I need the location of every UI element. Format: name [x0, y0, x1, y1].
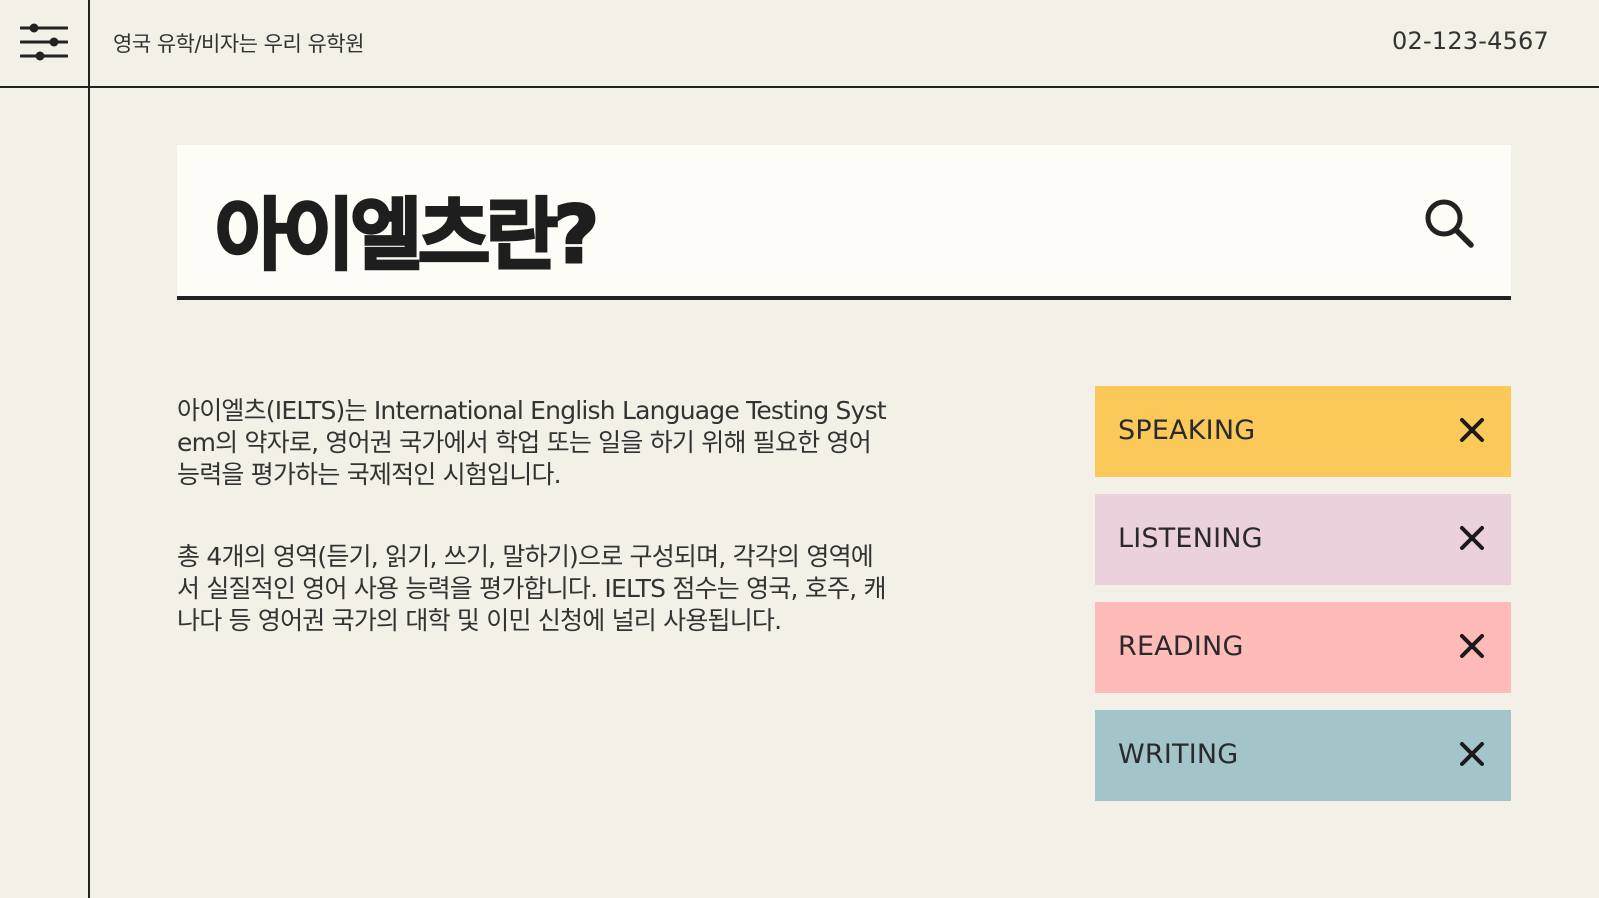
- description-paragraph: 총 4개의 영역(듣기, 읽기, 쓰기, 말하기)으로 구성되며, 각각의 영역…: [177, 542, 887, 635]
- sliders-menu-icon: [20, 23, 68, 61]
- phone-number[interactable]: 02-123-4567: [1392, 27, 1549, 55]
- skill-item-writing[interactable]: WRITING: [1095, 710, 1511, 801]
- skill-list: SPEAKING LISTENING READING WRITING: [1095, 386, 1511, 818]
- close-icon[interactable]: [1459, 525, 1485, 551]
- heading-search-box: 아이엘츠란?: [177, 145, 1511, 300]
- search-icon[interactable]: [1423, 197, 1475, 249]
- top-bar: 영국 유학/비자는 우리 유학원 02-123-4567: [0, 0, 1599, 88]
- skill-label: LISTENING: [1118, 523, 1263, 554]
- page-title: 아이엘츠란?: [213, 190, 600, 283]
- skill-item-reading[interactable]: READING: [1095, 602, 1511, 693]
- description-paragraph: 아이엘츠(IELTS)는 International English Langu…: [177, 396, 887, 489]
- skill-label: READING: [1118, 631, 1244, 662]
- left-rail-divider: [88, 88, 90, 898]
- site-title[interactable]: 영국 유학/비자는 우리 유학원: [113, 28, 364, 58]
- menu-button[interactable]: [0, 0, 90, 88]
- skill-label: WRITING: [1118, 739, 1239, 770]
- close-icon[interactable]: [1459, 741, 1485, 767]
- close-icon[interactable]: [1459, 417, 1485, 443]
- page: 영국 유학/비자는 우리 유학원 02-123-4567 아이엘츠란? 아이엘츠…: [0, 0, 1599, 898]
- close-icon[interactable]: [1459, 633, 1485, 659]
- description: 아이엘츠(IELTS)는 International English Langu…: [177, 395, 892, 687]
- skill-item-speaking[interactable]: SPEAKING: [1095, 386, 1511, 477]
- skill-item-listening[interactable]: LISTENING: [1095, 494, 1511, 585]
- skill-label: SPEAKING: [1118, 415, 1256, 446]
